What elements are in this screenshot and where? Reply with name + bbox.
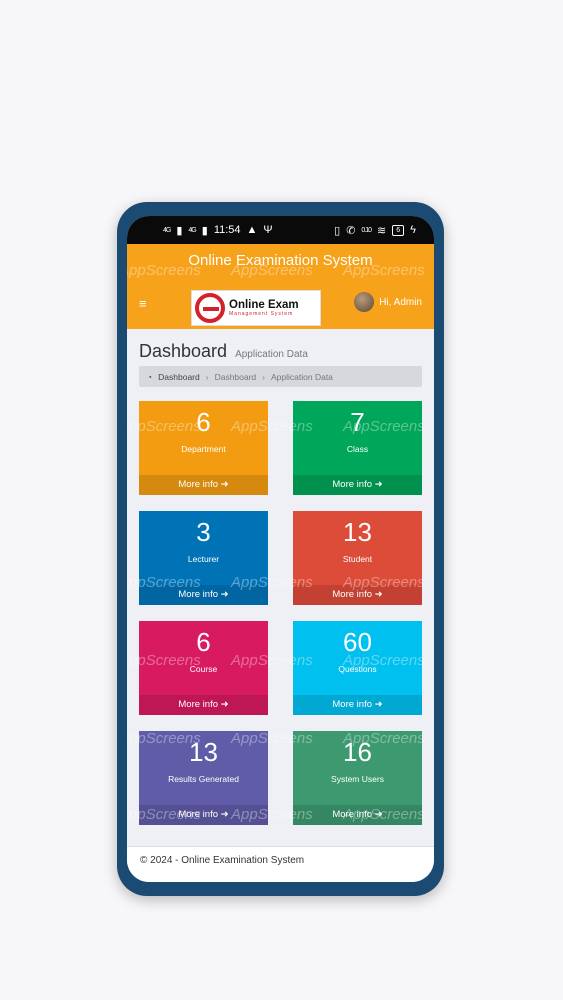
network-label-2: 4G	[188, 226, 196, 234]
more-info-link[interactable]: More info ➜	[139, 475, 268, 495]
arrow-circle-right-icon: ➜	[374, 809, 383, 820]
more-info-link[interactable]: More info ➜	[293, 695, 422, 715]
breadcrumb-separator: ›	[262, 371, 266, 382]
breadcrumb: ◔ Dashboard › Dashboard › Application Da…	[139, 366, 422, 387]
card-count: 7	[350, 407, 365, 437]
more-info-link[interactable]: More info ➜	[293, 805, 422, 825]
arrow-circle-right-icon: ➜	[374, 699, 383, 710]
card-count: 16	[343, 737, 372, 767]
card-count: 6	[196, 407, 211, 437]
card-label: Student	[342, 554, 373, 564]
wifi-icon: ≋	[377, 224, 387, 237]
arrow-circle-right-icon: ➜	[220, 479, 229, 490]
phone-screen: 4G ▮ 4G ▮ 11:54 ▲ Ψ ▯ ✆ 0.10 ≋ 6 ϟ Onlin…	[127, 216, 434, 882]
battery-icon: 6	[392, 224, 405, 236]
breadcrumb-item-1[interactable]: Dashboard	[158, 372, 200, 382]
network-label: 4G	[163, 226, 171, 234]
card-count: 13	[343, 517, 372, 547]
card-label: Course	[189, 664, 218, 674]
clock: 11:54	[213, 224, 241, 236]
breadcrumb-item-3: Application Data	[271, 371, 333, 382]
more-info-link[interactable]: More info ➜	[139, 585, 268, 605]
usb-icon: Ψ	[263, 224, 273, 236]
menu-icon[interactable]: ≡	[139, 296, 147, 311]
notification-icon: ▲	[246, 224, 258, 236]
main-content: Dashboard Application Data ◔ Dashboard ›…	[127, 329, 434, 846]
arrow-circle-right-icon: ➜	[220, 809, 229, 820]
breadcrumb-item-2[interactable]: Dashboard	[215, 372, 257, 382]
card-label: Questions	[338, 664, 377, 674]
card-department[interactable]: 6 Department More info ➜	[139, 401, 268, 495]
phone-frame: 4G ▮ 4G ▮ 11:54 ▲ Ψ ▯ ✆ 0.10 ≋ 6 ϟ Onlin…	[117, 202, 444, 896]
call-icon: ✆	[346, 224, 356, 237]
more-info-link[interactable]: More info ➜	[293, 475, 422, 495]
card-lecturer[interactable]: 3 Lecturer More info ➜	[139, 511, 268, 605]
card-label: System Users	[331, 774, 384, 784]
signal-icon: ▮	[176, 224, 183, 237]
card-questions[interactable]: 60 Questions More info ➜	[293, 621, 422, 715]
card-student[interactable]: 13 Student More info ➜	[293, 511, 422, 605]
arrow-circle-right-icon: ➜	[374, 589, 383, 600]
app-title: Online Examination System	[188, 252, 373, 269]
card-results-generated[interactable]: 13 Results Generated More info ➜	[139, 731, 268, 825]
app-logo[interactable]: Online Exam Management System	[191, 290, 321, 326]
user-menu[interactable]: Hi, Admin	[354, 292, 422, 312]
card-class[interactable]: 7 Class More info ➜	[293, 401, 422, 495]
card-count: 13	[189, 737, 218, 767]
card-count: 6	[196, 627, 211, 657]
logo-subtitle: Management System	[229, 311, 294, 317]
footer: © 2024 - Online Examination System	[127, 846, 434, 882]
card-count: 3	[196, 517, 211, 547]
card-label: Results Generated	[168, 774, 239, 784]
status-bar: 4G ▮ 4G ▮ 11:54 ▲ Ψ ▯ ✆ 0.10 ≋ 6 ϟ	[127, 216, 434, 244]
page-title: Dashboard	[139, 341, 228, 361]
card-label: Department	[181, 444, 226, 454]
more-info-link[interactable]: More info ➜	[293, 585, 422, 605]
arrow-circle-right-icon: ➜	[220, 589, 229, 600]
dashboard-icon: ◔	[147, 371, 153, 382]
page-subtitle: Application Data	[235, 349, 308, 360]
charging-icon: ϟ	[410, 224, 416, 236]
copyright-text: © 2024 - Online Examination System	[140, 855, 305, 866]
card-course[interactable]: 6 Course More info ➜	[139, 621, 268, 715]
card-label: Lecturer	[187, 554, 220, 564]
more-info-link[interactable]: More info ➜	[139, 695, 268, 715]
avatar	[354, 292, 375, 312]
app-header: Online Examination System ≡ Online Exam …	[127, 244, 434, 329]
signal-icon-2: ▮	[201, 224, 208, 237]
logo-e-icon	[195, 293, 225, 323]
more-info-link[interactable]: More info ➜	[139, 805, 268, 825]
arrow-circle-right-icon: ➜	[374, 479, 383, 490]
vibrate-icon: ▯	[334, 224, 341, 237]
card-count: 60	[343, 627, 372, 657]
card-label: Class	[346, 444, 369, 454]
user-greeting: Hi, Admin	[379, 296, 422, 308]
arrow-circle-right-icon: ➜	[220, 699, 229, 710]
data-speed: 0.10	[361, 226, 372, 234]
card-system-users[interactable]: 16 System Users More info ➜	[293, 731, 422, 825]
breadcrumb-separator: ›	[205, 371, 209, 382]
logo-title: Online Exam	[229, 299, 299, 311]
